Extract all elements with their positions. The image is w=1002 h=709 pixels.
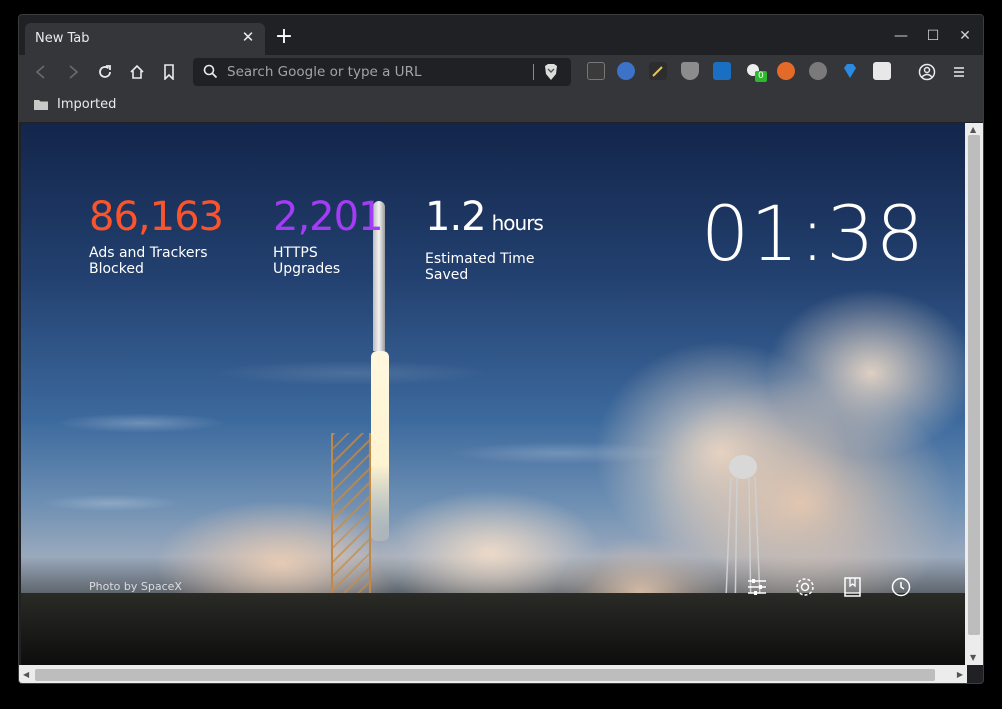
photo-credit: Photo by SpaceX [89, 580, 182, 593]
extension-save-icon[interactable] [873, 62, 891, 80]
scroll-up-icon[interactable]: ▲ [970, 125, 976, 135]
scroll-down-icon[interactable]: ▼ [970, 653, 976, 663]
sliders-icon [748, 579, 766, 595]
vertical-scrollbar[interactable]: ▲ ▼ [965, 123, 983, 665]
bookmarks-page-button[interactable] [839, 573, 867, 601]
extension-badge: 0 [755, 71, 767, 82]
address-placeholder: Search Google or type a URL [227, 64, 422, 80]
gear-icon [796, 578, 814, 596]
customize-button[interactable] [743, 573, 771, 601]
search-icon [203, 64, 218, 79]
back-icon [35, 65, 45, 79]
bookmark-label: Imported [57, 97, 117, 112]
stat-time-saved: 1.2 hours Estimated Time Saved [425, 195, 545, 283]
time-unit: hours [491, 211, 544, 235]
extension-cookie-icon[interactable]: 0 [745, 62, 767, 82]
book-icon [844, 577, 861, 597]
https-label: HTTPS Upgrades [273, 245, 341, 277]
profile-button[interactable] [915, 60, 939, 84]
clock: 01:38 [700, 189, 925, 278]
close-window-button[interactable]: ✕ [953, 25, 977, 47]
ads-label: Ads and Trackers Blocked [89, 245, 208, 277]
close-tab-icon[interactable]: ✕ [239, 28, 257, 46]
menu-button[interactable] [947, 60, 971, 84]
bookmark-button[interactable] [157, 60, 181, 84]
address-bar[interactable]: Search Google or type a URL [193, 58, 571, 86]
new-tab-page: 86,163 Ads and Trackers Blocked 2,201 HT… [21, 123, 965, 665]
reload-icon [99, 65, 111, 78]
stat-https-upgrades: 2,201 HTTPS Upgrades [273, 194, 384, 277]
bookmark-folder-imported[interactable]: Imported [33, 97, 116, 112]
extension-blocker-icon[interactable] [617, 62, 635, 80]
forward-icon [69, 65, 79, 79]
maximize-button[interactable]: ☐ [921, 25, 945, 47]
home-icon [130, 64, 144, 79]
bookmarks-bar: Imported [19, 89, 983, 123]
history-icon [891, 577, 911, 597]
address-divider [533, 64, 534, 80]
minimize-button[interactable]: — [889, 25, 913, 47]
background-launch-tower [331, 433, 371, 603]
extension-diamond-icon[interactable] [841, 62, 859, 80]
brave-shield-icon[interactable] [543, 63, 559, 81]
history-button[interactable] [887, 573, 915, 601]
browser-window: New Tab ✕ + — ☐ ✕ Search Google or type … [18, 14, 984, 684]
extension-notes-icon[interactable] [587, 62, 605, 80]
background-ground [21, 593, 965, 665]
extension-download-icon[interactable] [809, 62, 827, 80]
menu-icon [954, 67, 964, 77]
scroll-right-icon[interactable]: ▶ [957, 670, 963, 680]
reload-button[interactable] [93, 60, 117, 84]
horizontal-scroll-thumb[interactable] [35, 669, 935, 681]
extension-fox-icon[interactable] [777, 62, 795, 80]
folder-icon [34, 100, 48, 110]
tab-new-tab[interactable]: New Tab ✕ [25, 23, 265, 55]
horizontal-scrollbar[interactable]: ◀ ▶ [19, 665, 967, 683]
back-button[interactable] [29, 60, 53, 84]
background-flame [371, 351, 389, 541]
scroll-left-icon[interactable]: ◀ [23, 670, 29, 680]
tab-title: New Tab [35, 31, 90, 46]
home-button[interactable] [125, 60, 149, 84]
stat-ads-blocked: 86,163 Ads and Trackers Blocked [89, 195, 229, 277]
time-value: 1.2 [425, 194, 487, 240]
ublock-icon[interactable] [681, 62, 699, 80]
new-tab-button[interactable]: + [271, 25, 297, 51]
bookmark-icon [164, 64, 174, 80]
forward-button[interactable] [61, 60, 85, 84]
https-count: 2,201 [273, 194, 384, 240]
extension-wand-icon[interactable] [649, 62, 667, 80]
tab-strip: New Tab ✕ + — ☐ ✕ [19, 15, 983, 55]
ads-count: 86,163 [89, 194, 224, 240]
profile-icon [918, 63, 936, 81]
toolbar: Search Google or type a URL 0 [19, 55, 983, 89]
extension-translate-icon[interactable] [713, 62, 731, 80]
settings-button[interactable] [791, 573, 819, 601]
time-label: Estimated Time Saved [425, 251, 535, 283]
vertical-scroll-thumb[interactable] [968, 135, 980, 635]
